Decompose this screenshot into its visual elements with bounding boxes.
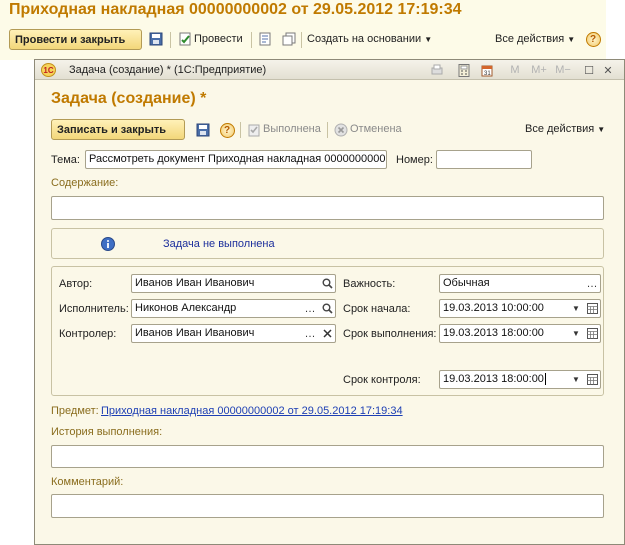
topic-field[interactable]: Рассмотреть документ Приходная накладная… — [85, 150, 387, 169]
author-label: Автор: — [59, 278, 93, 290]
content-label: Содержание: — [51, 177, 119, 189]
search-icon[interactable] — [319, 275, 335, 292]
maximize-button[interactable]: ☐ — [582, 63, 596, 77]
calendar-icon[interactable] — [584, 325, 600, 342]
executor-field[interactable]: Никонов Александр … — [131, 299, 336, 318]
search-icon[interactable] — [319, 300, 335, 317]
start-date-label: Срок начала: — [343, 303, 411, 315]
help-icon[interactable]: ? — [585, 31, 601, 47]
status-panel: Задача не выполнена — [51, 228, 604, 259]
help-icon[interactable]: ? — [219, 122, 235, 138]
select-icon[interactable]: … — [302, 325, 318, 342]
executor-label: Исполнитель: — [59, 303, 129, 315]
deadline-field[interactable]: 19.03.2013 18:00:00 ▼ — [439, 324, 601, 343]
save-icon[interactable] — [148, 31, 164, 47]
author-value: Иванов Иван Иванович — [135, 277, 255, 289]
window-caption: Задача (создание) * (1С:Предприятие) — [69, 64, 267, 76]
done-button[interactable]: Выполнена — [263, 123, 321, 135]
create-based-on-menu[interactable]: Создать на основании ▼ — [307, 33, 432, 45]
control-date-field[interactable]: 19.03.2013 18:00:00 ▼ — [439, 370, 601, 389]
subject-label: Предмет: — [51, 405, 99, 417]
memory-plus-button[interactable]: M+ — [528, 63, 550, 77]
form-toolbar: Записать и закрыть ? Выполнена Отменена … — [51, 119, 611, 141]
toolbar-separator — [170, 32, 171, 48]
calendar-icon[interactable] — [584, 300, 600, 317]
controller-label: Контролер: — [59, 328, 117, 340]
background-document: Приходная накладная 00000000002 от 29.05… — [0, 0, 606, 60]
memory-button[interactable]: M — [508, 63, 522, 77]
executor-value: Никонов Александр — [135, 302, 237, 314]
control-date-label: Срок контроля: — [343, 374, 421, 386]
text-cursor — [544, 373, 546, 385]
comment-field[interactable] — [51, 494, 604, 518]
history-field[interactable] — [51, 445, 604, 468]
task-window: 1С Задача (создание) * (1С:Предприятие) … — [34, 59, 625, 545]
importance-value: Обычная — [443, 277, 490, 289]
all-actions-menu[interactable]: Все действия ▼ — [495, 33, 575, 45]
status-text: Задача не выполнена — [163, 238, 275, 250]
app-logo-icon: 1С — [41, 63, 56, 77]
start-date-field[interactable]: 19.03.2013 10:00:00 ▼ — [439, 299, 601, 318]
save-icon[interactable] — [195, 122, 211, 138]
chevron-down-icon: ▼ — [597, 125, 606, 134]
post-button[interactable]: Провести — [194, 33, 243, 45]
memory-minus-button[interactable]: M− — [552, 63, 574, 77]
post-icon[interactable] — [177, 31, 193, 47]
form-all-actions-menu[interactable]: Все действия ▼ — [525, 123, 605, 135]
calendar-icon[interactable] — [584, 371, 600, 388]
select-icon[interactable]: … — [302, 300, 318, 317]
dropdown-icon[interactable]: ▼ — [568, 300, 584, 317]
toolbar-separator — [251, 32, 252, 48]
chevron-down-icon: ▼ — [567, 35, 576, 44]
author-field[interactable]: Иванов Иван Иванович — [131, 274, 336, 293]
number-label: Номер: — [396, 154, 433, 166]
toolbar-separator — [327, 122, 328, 138]
control-date-value: 19.03.2013 18:00:00 — [443, 373, 544, 385]
subject-link[interactable]: Приходная накладная 00000000002 от 29.05… — [101, 405, 403, 417]
save-and-close-button[interactable]: Записать и закрыть — [51, 119, 185, 140]
number-field[interactable] — [436, 150, 532, 169]
all-actions-label: Все действия — [525, 123, 595, 135]
dropdown-icon[interactable]: ▼ — [568, 371, 584, 388]
print-icon[interactable] — [429, 63, 445, 77]
deadline-label: Срок выполнения: — [343, 328, 437, 340]
window-titlebar[interactable]: 1С Задача (создание) * (1С:Предприятие) … — [35, 60, 624, 80]
controller-value: Иванов Иван Иванович — [135, 327, 255, 339]
document-title: Приходная накладная 00000000002 от 29.05… — [9, 1, 462, 18]
calculator-icon[interactable] — [456, 63, 472, 77]
info-icon — [101, 237, 115, 254]
post-and-close-button[interactable]: Провести и закрыть — [9, 29, 142, 50]
all-actions-label: Все действия — [495, 33, 565, 45]
topic-label: Тема: — [51, 154, 80, 166]
deadline-value: 19.03.2013 18:00:00 — [443, 327, 544, 339]
toolbar-separator — [301, 32, 302, 48]
close-button[interactable]: ✕ — [601, 63, 615, 77]
calendar-icon[interactable]: 31 — [479, 63, 495, 77]
clear-icon[interactable] — [319, 325, 335, 342]
comment-label: Комментарий: — [51, 476, 124, 488]
done-icon[interactable] — [246, 122, 262, 138]
structure-icon[interactable] — [281, 31, 297, 47]
document-toolbar: Провести и закрыть Провести Создать на о… — [9, 29, 605, 51]
start-date-value: 19.03.2013 10:00:00 — [443, 302, 544, 314]
svg-text:31: 31 — [484, 71, 491, 77]
chevron-down-icon: ▼ — [424, 35, 433, 44]
cancel-icon[interactable] — [333, 122, 349, 138]
controller-field[interactable]: Иванов Иван Иванович … — [131, 324, 336, 343]
content-field[interactable] — [51, 196, 604, 220]
toolbar-separator — [240, 122, 241, 138]
report-icon[interactable] — [257, 31, 273, 47]
importance-field[interactable]: Обычная … — [439, 274, 601, 293]
history-label: История выполнения: — [51, 426, 163, 438]
select-icon[interactable]: … — [584, 275, 600, 292]
form-title: Задача (создание) * — [51, 90, 207, 107]
cancelled-button[interactable]: Отменена — [350, 123, 402, 135]
dropdown-icon[interactable]: ▼ — [568, 325, 584, 342]
create-based-on-label: Создать на основании — [307, 33, 422, 45]
importance-label: Важность: — [343, 278, 396, 290]
